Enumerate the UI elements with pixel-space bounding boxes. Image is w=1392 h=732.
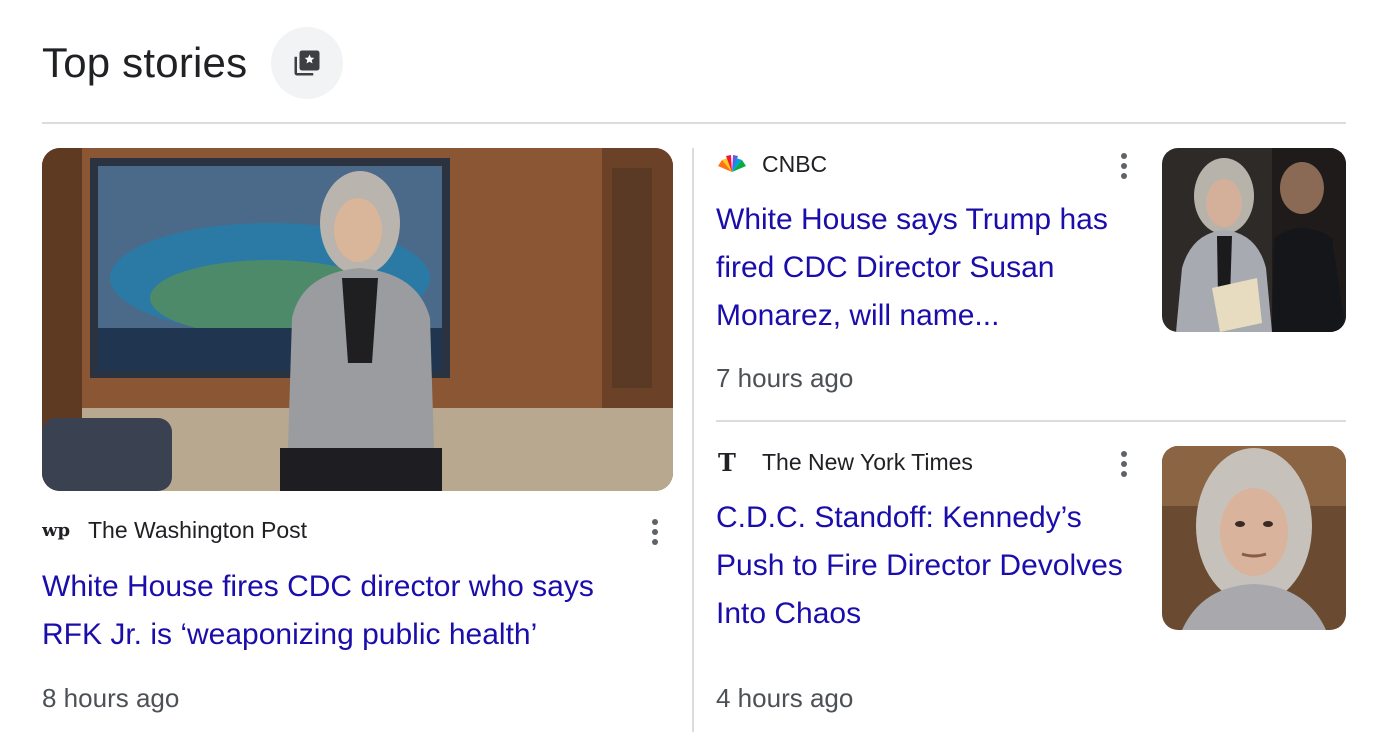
source-cnbc[interactable]: CNBC bbox=[716, 148, 827, 180]
headline-line: White House says Trump has bbox=[716, 203, 1108, 236]
headline-line: Into Chaos bbox=[716, 597, 862, 630]
dot bbox=[1121, 451, 1127, 457]
dot bbox=[1121, 461, 1127, 467]
wapo-logo-icon: wp bbox=[42, 516, 74, 544]
headline-wapo[interactable]: White House fires CDC director who says … bbox=[42, 563, 662, 659]
timestamp: 4 hours ago bbox=[716, 683, 854, 713]
top-stories-header: Top stories bbox=[42, 27, 344, 99]
source-name: The New York Times bbox=[762, 448, 973, 475]
section-title: Top stories bbox=[42, 39, 248, 86]
nyt-logo-icon: T bbox=[716, 448, 748, 476]
headline-line: White House fires CDC director who says bbox=[42, 570, 594, 603]
dot bbox=[1121, 471, 1127, 477]
headline-nyt[interactable]: C.D.C. Standoff: Kennedy’s Push to Fire … bbox=[716, 494, 1156, 638]
dot bbox=[652, 539, 658, 545]
story-image-cnbc[interactable] bbox=[1162, 148, 1346, 332]
svg-text:T: T bbox=[718, 450, 736, 474]
headline-line: C.D.C. Standoff: Kennedy’s bbox=[716, 501, 1082, 534]
collections-button[interactable] bbox=[271, 27, 344, 99]
headline-line: Monarez, will name... bbox=[716, 299, 1000, 332]
story-photo bbox=[42, 148, 673, 491]
header-divider bbox=[42, 122, 1346, 124]
story-image-nyt[interactable] bbox=[1162, 446, 1346, 630]
more-options-button[interactable] bbox=[639, 512, 671, 552]
nbc-peacock-icon bbox=[716, 150, 748, 178]
column-divider bbox=[692, 148, 694, 732]
dot bbox=[1121, 153, 1127, 159]
dot bbox=[652, 519, 658, 525]
timestamp: 7 hours ago bbox=[716, 363, 854, 393]
collections-star-icon bbox=[294, 50, 320, 76]
dot bbox=[1121, 173, 1127, 179]
dot bbox=[652, 529, 658, 535]
source-name: CNBC bbox=[762, 150, 828, 177]
story-photo bbox=[1162, 446, 1346, 630]
source-wapo[interactable]: wp The Washington Post bbox=[42, 514, 307, 546]
source-name: The Washington Post bbox=[88, 516, 308, 543]
source-nyt[interactable]: T The New York Times bbox=[716, 446, 973, 478]
headline-line: Push to Fire Director Devolves bbox=[716, 549, 1123, 582]
headline-line: fired CDC Director Susan bbox=[716, 251, 1055, 284]
more-options-button[interactable] bbox=[1108, 444, 1140, 484]
headline-line: RFK Jr. is ‘weaponizing public health’ bbox=[42, 618, 538, 651]
story-divider bbox=[716, 420, 1346, 422]
more-options-button[interactable] bbox=[1108, 146, 1140, 186]
timestamp: 8 hours ago bbox=[42, 683, 180, 713]
dot bbox=[1121, 163, 1127, 169]
headline-cnbc[interactable]: White House says Trump has fired CDC Dir… bbox=[716, 196, 1146, 340]
story-image-wapo[interactable] bbox=[42, 148, 673, 491]
svg-text:wp: wp bbox=[42, 520, 70, 540]
story-photo bbox=[1162, 148, 1346, 332]
